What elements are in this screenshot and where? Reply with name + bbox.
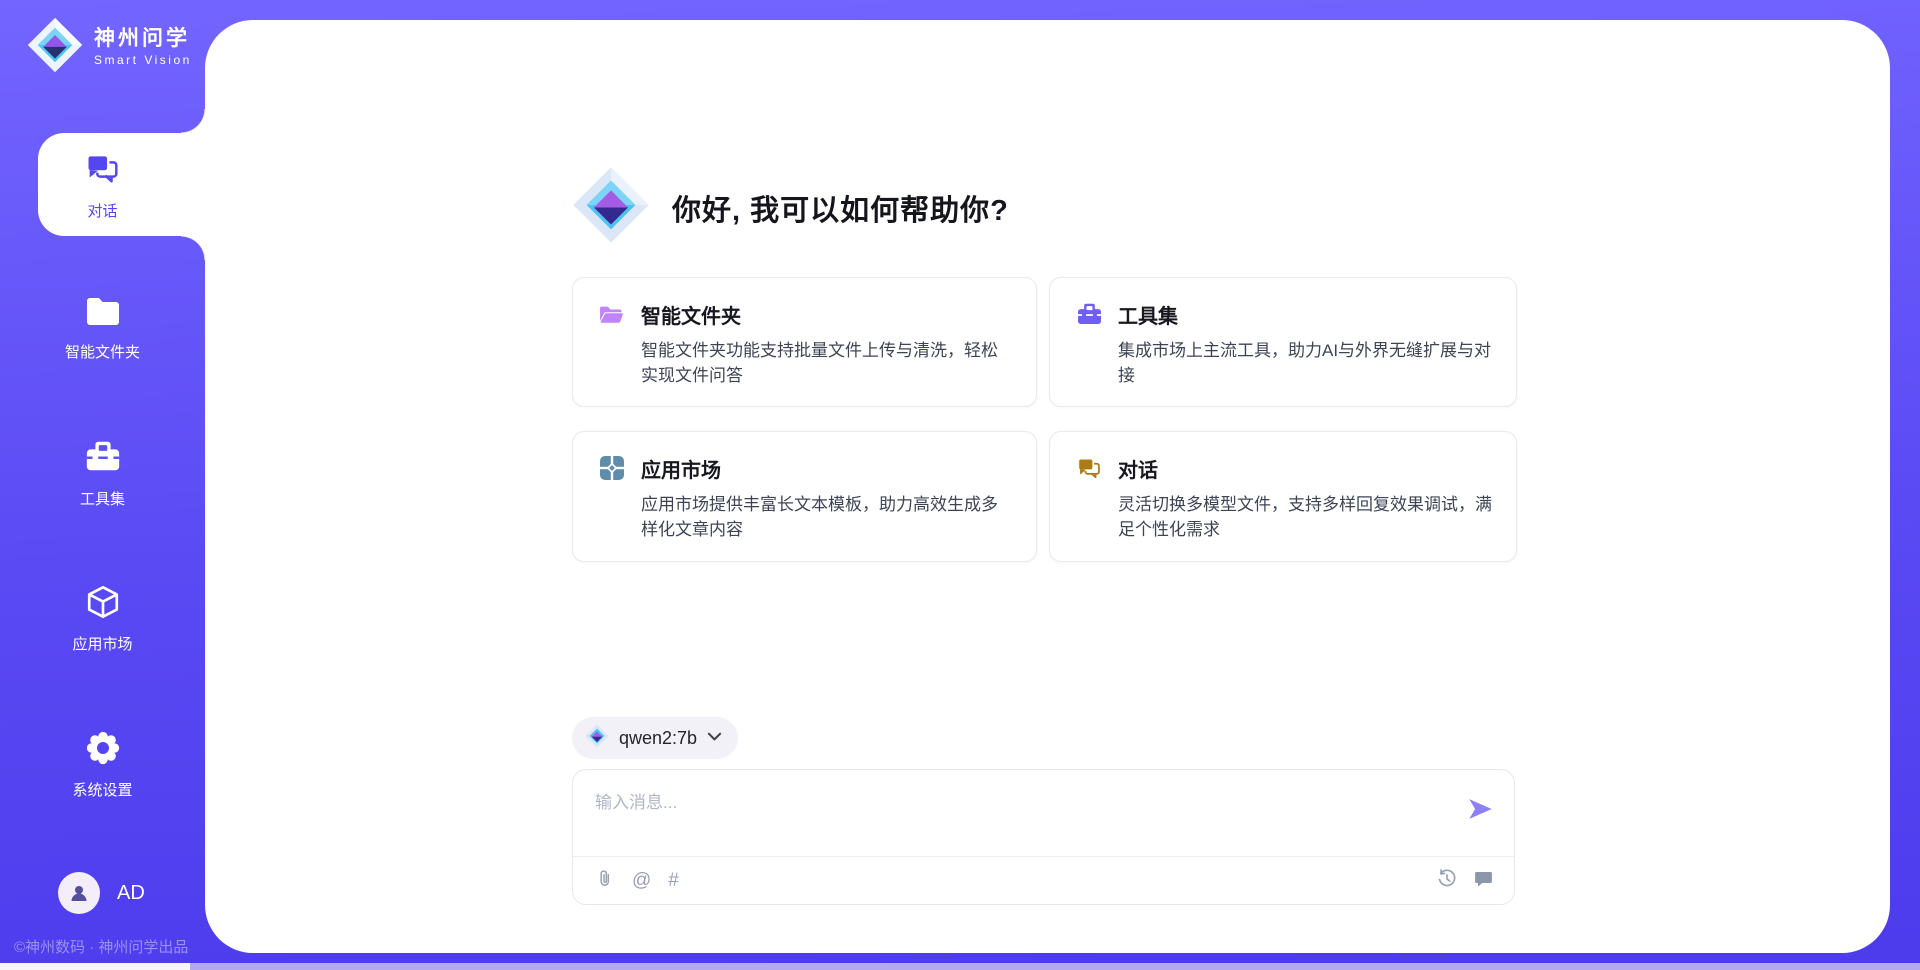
greeting-text: 你好, 我可以如何帮助你? <box>672 187 1009 229</box>
copyright-footer: ©神州数码 · 神州问学出品 <box>14 936 188 957</box>
chat-bubbles-icon <box>1074 453 1104 483</box>
brand: 神州问学 Smart Vision <box>26 16 192 79</box>
card-smart-folder[interactable]: 智能文件夹 智能文件夹功能支持批量文件上传与清洗，轻松实现文件问答 <box>572 277 1037 407</box>
card-title: 工具集 <box>1118 300 1178 329</box>
card-toolbox[interactable]: 工具集 集成市场上主流工具，助力AI与外界无缝扩展与对接 <box>1049 277 1517 407</box>
card-description: 灵活切换多模型文件，支持多样回复效果调试，满足个性化需求 <box>1118 492 1492 542</box>
sidebar-item-label: 工具集 <box>0 488 205 509</box>
card-title: 应用市场 <box>641 454 721 483</box>
chevron-down-icon <box>707 729 722 747</box>
send-icon[interactable] <box>1466 795 1494 823</box>
card-description: 智能文件夹功能支持批量文件上传与清洗，轻松实现文件问答 <box>641 338 1012 388</box>
model-logo-icon <box>585 724 609 753</box>
sidebar-item-smart-folder[interactable]: 智能文件夹 <box>0 293 205 362</box>
active-tab-fillet-bottom <box>181 236 205 260</box>
folder-icon <box>83 316 123 333</box>
greeting: 你好, 我可以如何帮助你? <box>572 166 1009 249</box>
sidebar-item-label: 智能文件夹 <box>0 341 205 362</box>
feature-cards: 智能文件夹 智能文件夹功能支持批量文件上传与清洗，轻松实现文件问答 <box>572 277 1517 562</box>
card-title: 智能文件夹 <box>641 300 741 329</box>
composer-divider <box>573 856 1514 857</box>
card-description: 应用市场提供丰富长文本模板，助力高效生成多样化文章内容 <box>641 492 1012 542</box>
open-folder-icon <box>597 299 627 329</box>
card-description: 集成市场上主流工具，助力AI与外界无缝扩展与对接 <box>1118 338 1492 388</box>
assistant-logo-icon <box>572 166 650 249</box>
message-input[interactable] <box>573 770 1455 858</box>
composer-tools-right <box>1436 867 1494 894</box>
card-app-market[interactable]: 应用市场 应用市场提供丰富长文本模板，助力高效生成多样化文章内容 <box>572 431 1037 561</box>
user-name: AD <box>117 882 145 905</box>
brand-subtitle: Smart Vision <box>94 54 192 68</box>
model-name: qwen2:7b <box>619 728 697 749</box>
sidebar-item-label: 系统设置 <box>0 779 205 800</box>
sidebar-item-settings[interactable]: 系统设置 <box>0 729 205 800</box>
active-tab-fillet-top <box>181 109 205 133</box>
card-title: 对话 <box>1118 454 1158 483</box>
brand-logo-icon <box>26 16 84 79</box>
app-root: 神州问学 Smart Vision 对话 智能文件夹 <box>0 0 1920 970</box>
user-profile[interactable]: AD <box>58 872 145 914</box>
history-icon[interactable] <box>1436 867 1458 894</box>
chat-bubbles-icon <box>84 175 122 192</box>
avatar <box>58 872 100 914</box>
horizontal-scrollbar-thumb[interactable] <box>190 963 1920 970</box>
hashtag-icon[interactable]: # <box>668 870 679 892</box>
sidebar-item-toolbox[interactable]: 工具集 <box>0 438 205 509</box>
card-chat[interactable]: 对话 灵活切换多模型文件，支持多样回复效果调试，满足个性化需求 <box>1049 431 1517 561</box>
composer-tools-left: @ # <box>595 867 679 894</box>
sidebar-item-app-market[interactable]: 应用市场 <box>0 583 205 654</box>
feedback-bubble-icon[interactable] <box>1473 868 1494 894</box>
attachment-icon[interactable] <box>595 867 615 894</box>
mention-icon[interactable]: @ <box>632 870 651 892</box>
brand-title: 神州问学 <box>94 27 192 51</box>
cube-icon <box>84 608 122 625</box>
sidebar-item-chat[interactable]: 对话 <box>0 150 205 221</box>
toolbox-icon <box>84 463 122 480</box>
model-selector[interactable]: qwen2:7b <box>572 717 738 759</box>
gear-icon <box>84 754 122 771</box>
briefcase-icon <box>1074 299 1104 329</box>
horizontal-scrollbar-track <box>0 963 1920 970</box>
message-composer: @ # <box>572 769 1515 905</box>
app-grid-icon <box>597 453 627 483</box>
sidebar-item-label: 对话 <box>0 200 205 221</box>
sidebar-item-label: 应用市场 <box>0 633 205 654</box>
